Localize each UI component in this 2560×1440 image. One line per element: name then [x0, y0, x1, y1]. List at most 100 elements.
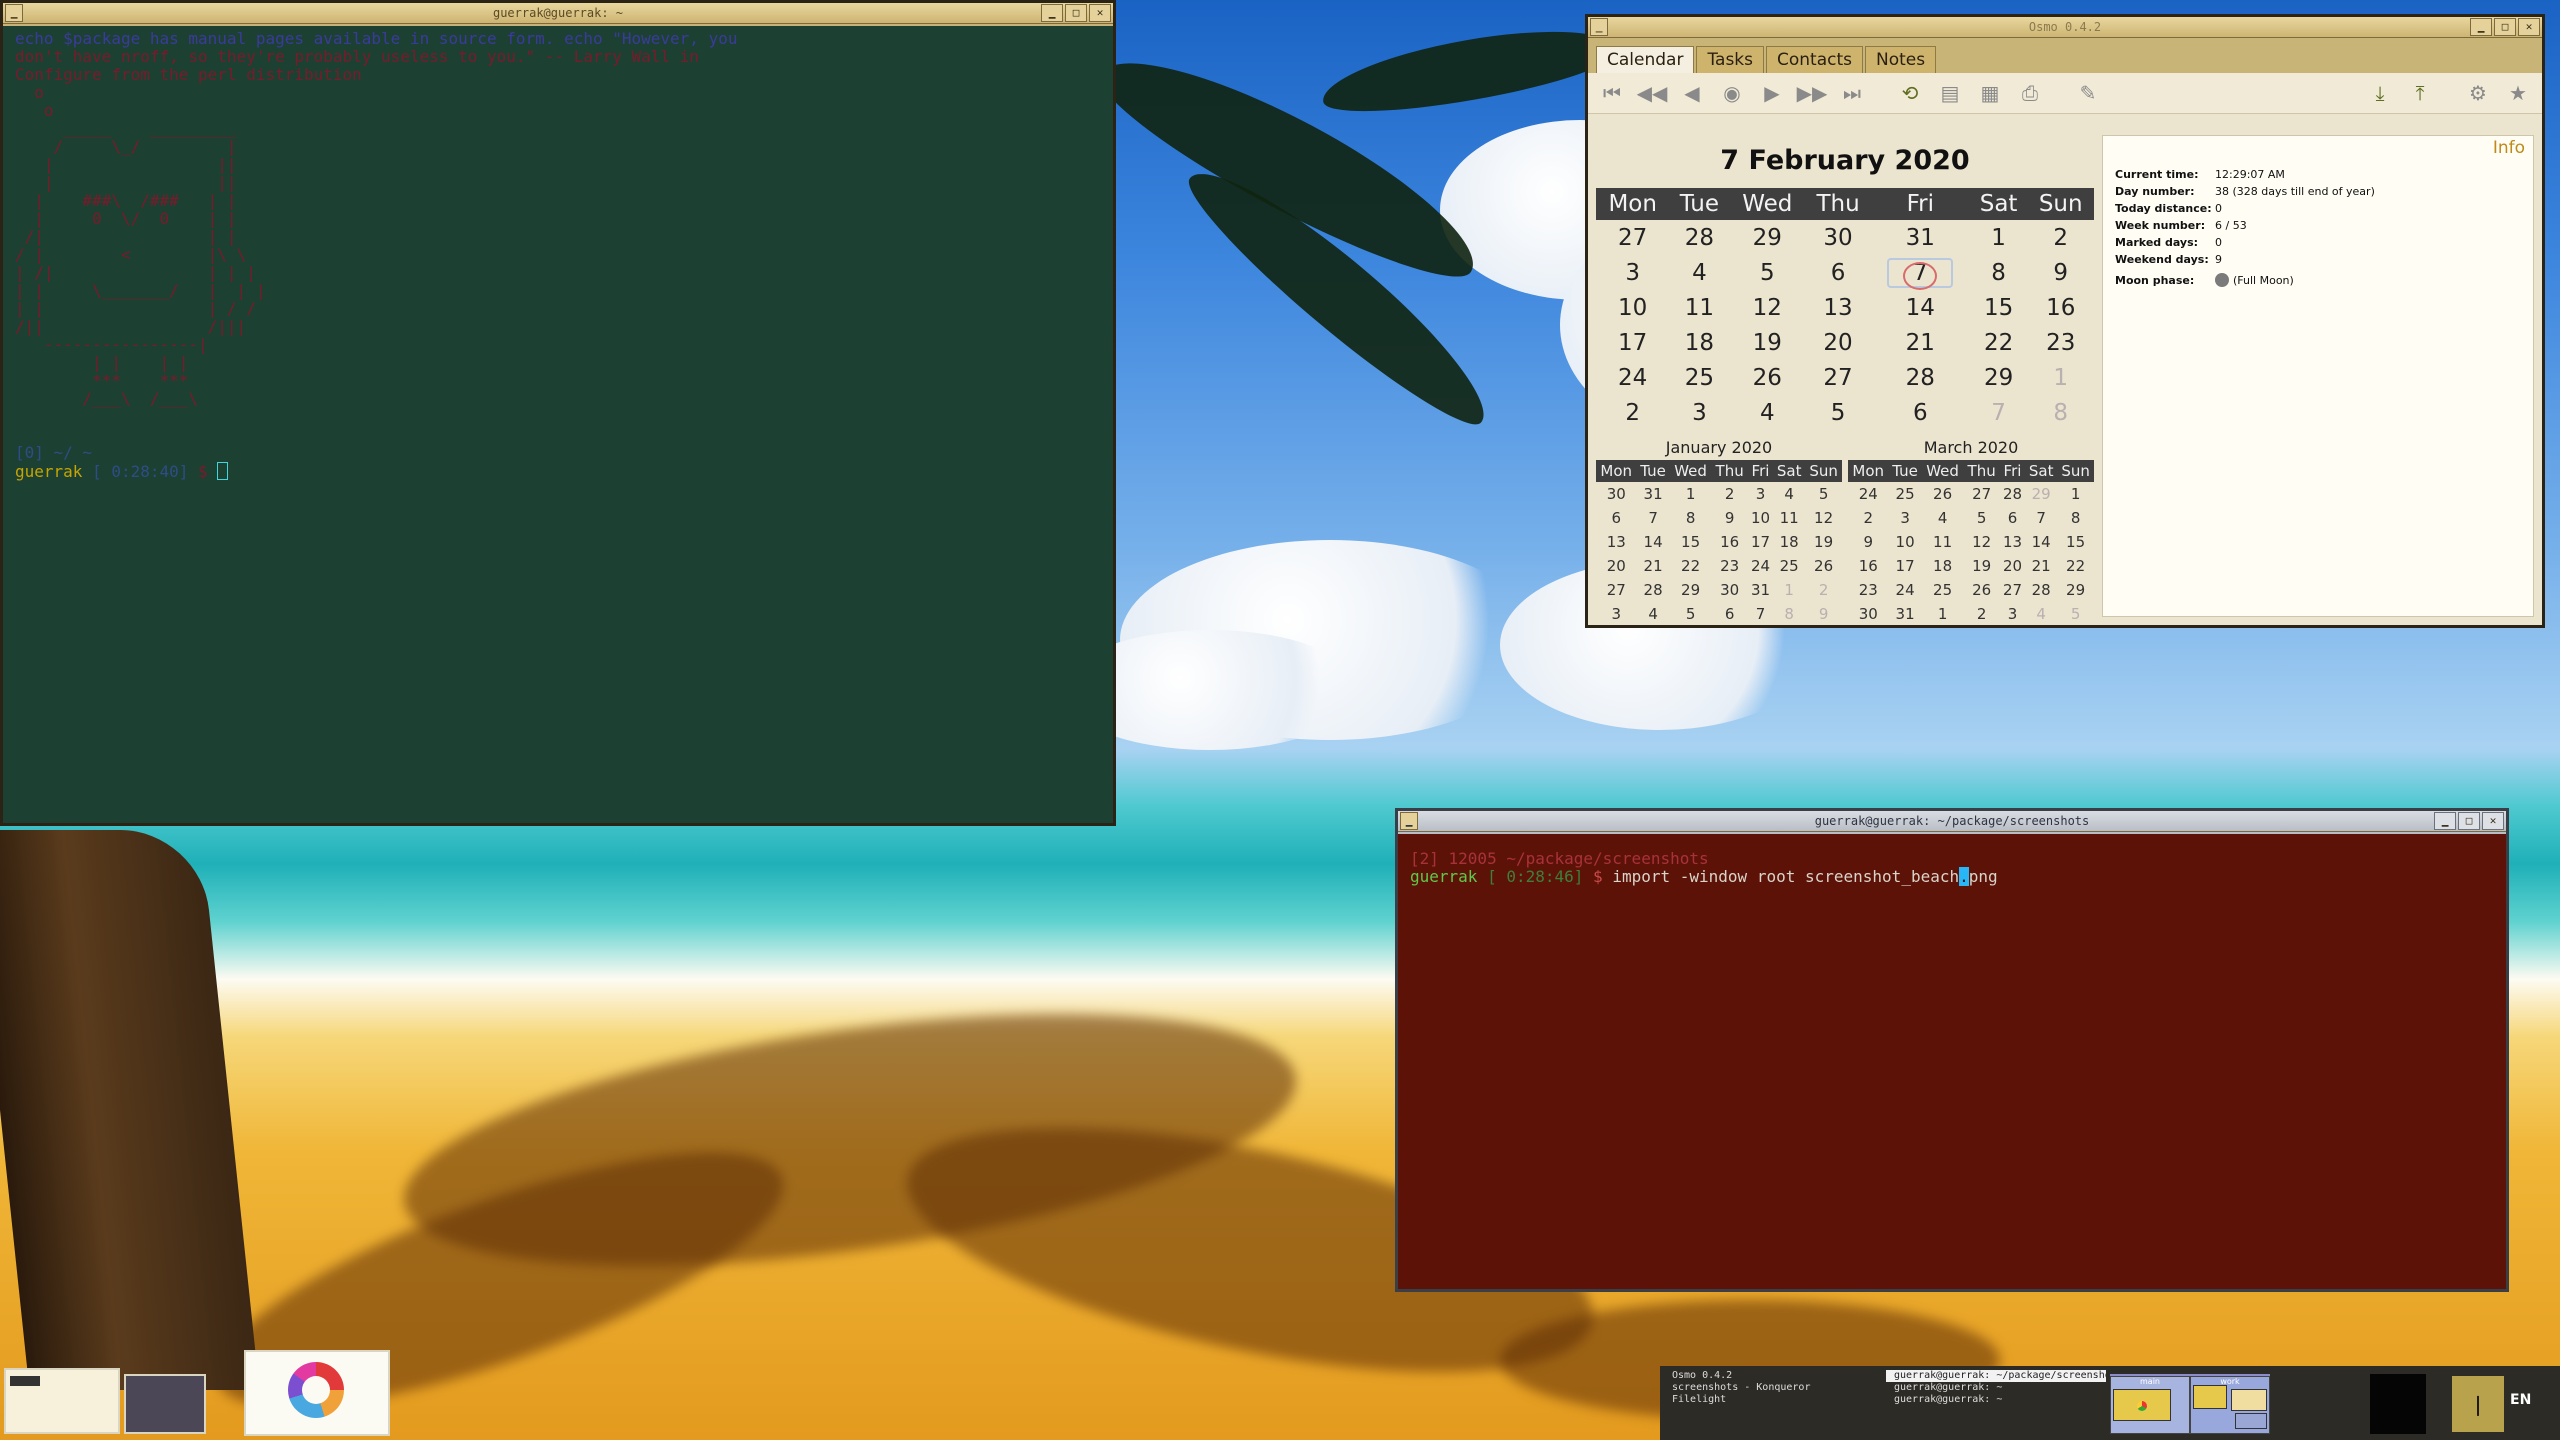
mini-day-cell[interactable]: 4: [1922, 506, 1964, 530]
maximize-button[interactable]: □: [2494, 18, 2516, 36]
terminal-output[interactable]: echo $package has manual pages available…: [3, 26, 1113, 823]
selected-day[interactable]: 7: [1887, 257, 1954, 290]
pager-desktop[interactable]: work: [2190, 1376, 2270, 1434]
mini-day-cell[interactable]: 26: [1805, 554, 1842, 578]
mini-day-cell[interactable]: 22: [2057, 554, 2094, 578]
mini-day-cell[interactable]: 11: [1922, 530, 1964, 554]
mini-day-cell[interactable]: 8: [2057, 506, 2094, 530]
mini-day-cell[interactable]: 15: [1670, 530, 1712, 554]
prev-year-icon[interactable]: ⏮: [1594, 77, 1630, 109]
minimize-button[interactable]: ▁: [2470, 18, 2492, 36]
mini-day-cell[interactable]: 9: [1848, 530, 1888, 554]
print-icon[interactable]: ⎙: [2012, 77, 2048, 109]
minimize-button[interactable]: ▁: [1041, 4, 1063, 22]
mini-day-cell[interactable]: 10: [1888, 530, 1921, 554]
mini-day-cell[interactable]: 30: [1711, 578, 1747, 602]
day-cell[interactable]: 22: [1970, 325, 2028, 360]
mini-day-cell[interactable]: 27: [1596, 578, 1636, 602]
desktop-thumbnail[interactable]: [4, 1368, 120, 1434]
system-monitor[interactable]: [2370, 1374, 2426, 1434]
mini-day-cell[interactable]: 31: [1888, 602, 1921, 626]
day-cell[interactable]: 18: [1669, 325, 1729, 360]
mini-day-cell[interactable]: 1: [1670, 482, 1712, 506]
day-cell[interactable]: 7: [1871, 255, 1970, 290]
osmo-calendar-window[interactable]: ▁ Osmo 0.4.2 ▁ □ ✕ Calendar Tasks Contac…: [1585, 14, 2545, 628]
mini-day-cell[interactable]: 17: [1748, 530, 1773, 554]
mini-day-cell[interactable]: 24: [1848, 482, 1888, 506]
mini-day-cell[interactable]: 22: [1670, 554, 1712, 578]
day-cell[interactable]: 1: [1970, 220, 2028, 255]
mini-day-cell[interactable]: 28: [1636, 578, 1669, 602]
task-item[interactable]: guerrak@guerrak: ~: [1886, 1382, 2106, 1394]
mini-day-cell[interactable]: 1: [2057, 482, 2094, 506]
tab-contacts[interactable]: Contacts: [1766, 46, 1863, 73]
mini-day-cell[interactable]: 15: [2057, 530, 2094, 554]
mini-day-cell[interactable]: 1: [1922, 602, 1964, 626]
next-year-icon[interactable]: ⏭: [1834, 77, 1870, 109]
mini-day-cell[interactable]: 25: [1773, 554, 1805, 578]
day-cell[interactable]: 26: [1729, 360, 1805, 395]
preferences-icon[interactable]: ⚙: [2460, 77, 2496, 109]
mini-day-cell[interactable]: 6: [1596, 506, 1636, 530]
mini-day-cell[interactable]: 4: [1636, 602, 1669, 626]
mini-day-cell[interactable]: 30: [1848, 602, 1888, 626]
task-item[interactable]: guerrak@guerrak: ~/package/screenshots: [1886, 1370, 2106, 1382]
pager-desktop[interactable]: main: [2110, 1376, 2190, 1434]
day-cell[interactable]: 4: [1669, 255, 1729, 290]
jump-to-date-icon[interactable]: ⟲: [1892, 77, 1928, 109]
window-menu-button[interactable]: ▁: [1400, 812, 1418, 830]
mini-day-cell[interactable]: 18: [1922, 554, 1964, 578]
mini-day-cell[interactable]: 5: [2057, 602, 2094, 626]
day-cell[interactable]: 7: [1970, 395, 2028, 430]
day-cell[interactable]: 23: [2027, 325, 2094, 360]
day-cell[interactable]: 12: [1729, 290, 1805, 325]
mini-day-cell[interactable]: 3: [1888, 506, 1921, 530]
close-button[interactable]: ✕: [2518, 18, 2540, 36]
day-cell[interactable]: 30: [1805, 220, 1871, 255]
day-cell[interactable]: 6: [1805, 255, 1871, 290]
day-cell[interactable]: 13: [1805, 290, 1871, 325]
task-item[interactable]: Osmo 0.4.2: [1664, 1370, 1884, 1382]
mini-day-cell[interactable]: 29: [2057, 578, 2094, 602]
mini-day-cell[interactable]: 25: [1922, 578, 1964, 602]
task-item[interactable]: Filelight: [1664, 1394, 1884, 1406]
titlebar[interactable]: ▁ Osmo 0.4.2 ▁ □ ✕: [1588, 17, 2542, 38]
import-icon[interactable]: ⤓: [2362, 77, 2398, 109]
day-cell[interactable]: 19: [1729, 325, 1805, 360]
tab-calendar[interactable]: Calendar: [1596, 46, 1695, 73]
mini-day-cell[interactable]: 31: [1636, 482, 1669, 506]
mini-day-cell[interactable]: 29: [2025, 482, 2057, 506]
mini-day-cell[interactable]: 8: [1670, 506, 1712, 530]
mini-day-cell[interactable]: 19: [1963, 554, 1999, 578]
maximize-button[interactable]: □: [1065, 4, 1087, 22]
mini-day-cell[interactable]: 5: [1963, 506, 1999, 530]
mini-day-cell[interactable]: 19: [1805, 530, 1842, 554]
day-cell[interactable]: 10: [1596, 290, 1669, 325]
tab-notes[interactable]: Notes: [1865, 46, 1937, 73]
day-cell[interactable]: 16: [2027, 290, 2094, 325]
mini-day-cell[interactable]: 7: [2025, 506, 2057, 530]
about-icon[interactable]: ★: [2500, 77, 2536, 109]
next-month-icon[interactable]: ▶▶: [1794, 77, 1830, 109]
mini-day-cell[interactable]: 25: [1888, 482, 1921, 506]
mini-day-cell[interactable]: 20: [2000, 554, 2025, 578]
mini-day-cell[interactable]: 26: [1922, 482, 1964, 506]
day-cell[interactable]: 21: [1871, 325, 1970, 360]
day-cell[interactable]: 29: [1970, 360, 2028, 395]
mini-day-cell[interactable]: 3: [1596, 602, 1636, 626]
terminal-window-screenshots[interactable]: ▁ guerrak@guerrak: ~/package/screenshots…: [1395, 808, 2509, 1292]
mini-day-cell[interactable]: 29: [1670, 578, 1712, 602]
mini-day-cell[interactable]: 9: [1805, 602, 1842, 626]
mini-day-cell[interactable]: 9: [1711, 506, 1747, 530]
day-cell[interactable]: 1: [2027, 360, 2094, 395]
mini-day-cell[interactable]: 18: [1773, 530, 1805, 554]
mini-day-cell[interactable]: 6: [1711, 602, 1747, 626]
titlebar[interactable]: ▁ guerrak@guerrak: ~/package/screenshots…: [1398, 811, 2506, 832]
mini-day-cell[interactable]: 5: [1670, 602, 1712, 626]
day-cell[interactable]: 3: [1596, 255, 1669, 290]
mini-day-cell[interactable]: 12: [1963, 530, 1999, 554]
next-day-icon[interactable]: ▶: [1754, 77, 1790, 109]
mini-day-cell[interactable]: 17: [1888, 554, 1921, 578]
prev-month-icon[interactable]: ◀◀: [1634, 77, 1670, 109]
day-cell[interactable]: 11: [1669, 290, 1729, 325]
